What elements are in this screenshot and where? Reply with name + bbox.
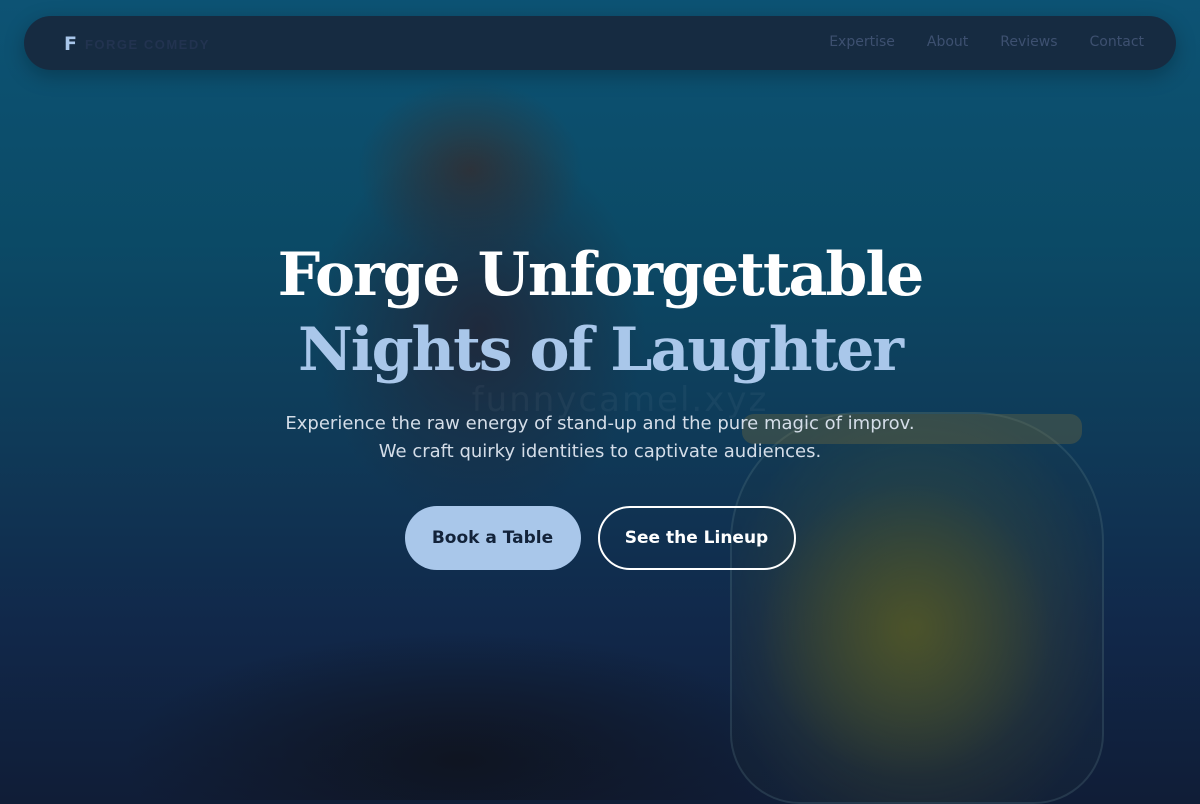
- see-lineup-button[interactable]: See the Lineup: [597, 506, 796, 570]
- hero-title-line1: Forge Unforgettable: [277, 240, 925, 310]
- hero-subtitle-line1: Experience the raw energy of stand-up an…: [285, 413, 915, 434]
- nav-link-about[interactable]: About: [927, 34, 968, 50]
- logo-text: FORGE COMEDY: [84, 36, 210, 52]
- top-navbar: F FORGE COMEDY Expertise About Reviews C…: [24, 16, 1176, 70]
- hero-title: Forge Unforgettable Nights of Laughter: [0, 238, 1200, 388]
- nav-link-reviews[interactable]: Reviews: [1000, 34, 1057, 50]
- hero-subtitle: Experience the raw energy of stand-up an…: [0, 410, 1200, 466]
- nav-links: Expertise About Reviews Contact: [829, 34, 1144, 50]
- hero-cta-group: Book a Table See the Lineup: [0, 506, 1200, 570]
- hero-section: Forge Unforgettable Nights of Laughter E…: [0, 238, 1200, 570]
- brand-logo[interactable]: F FORGE COMEDY: [64, 33, 210, 55]
- nav-link-expertise[interactable]: Expertise: [829, 34, 895, 50]
- nav-link-contact[interactable]: Contact: [1090, 34, 1144, 50]
- hero-subtitle-line2: We craft quirky identities to captivate …: [378, 441, 822, 462]
- logo-mark: F: [64, 33, 77, 55]
- book-table-button[interactable]: Book a Table: [404, 506, 581, 570]
- hero-title-line2: Nights of Laughter: [297, 315, 904, 385]
